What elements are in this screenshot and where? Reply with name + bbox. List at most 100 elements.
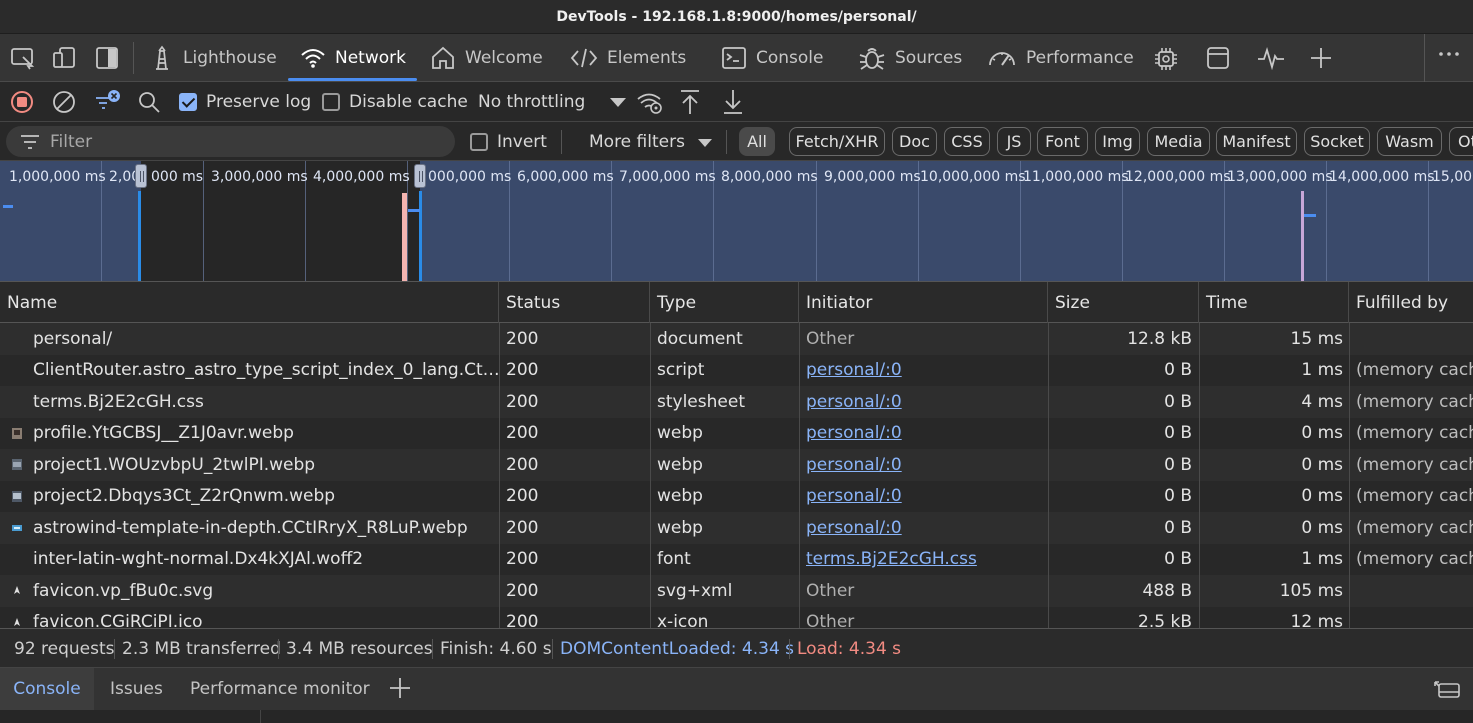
initiator-link[interactable]: personal/:0	[806, 360, 902, 380]
drawer-tab-performance-monitor[interactable]: Performance monitor	[190, 668, 370, 710]
request-name: astrowind-template-in-depth.CCtIRryX_R8L…	[33, 517, 468, 538]
add-drawer-tab-plus-icon[interactable]	[389, 677, 411, 699]
filter-clear-icon[interactable]	[94, 89, 122, 115]
table-row[interactable]: profile.YtGCBSJ__Z1J0avr.webp 200 webp p…	[0, 417, 1473, 449]
dock-side-icon[interactable]	[95, 46, 119, 70]
tab-network[interactable]: Network	[300, 34, 406, 82]
overview-tick-label: 3,000,000 ms	[211, 169, 308, 185]
chevron-down-icon	[609, 96, 627, 108]
type-filter-css[interactable]: CSS	[944, 127, 990, 156]
drawer-tab-issues[interactable]: Issues	[110, 668, 163, 710]
table-row[interactable]: ClientRouter.astro_astro_type_script_ind…	[0, 354, 1473, 386]
terminal-icon	[721, 46, 747, 70]
tab-elements[interactable]: Elements	[570, 34, 686, 82]
record-stop-icon[interactable]	[10, 90, 34, 114]
search-icon[interactable]	[137, 90, 161, 114]
type-filter-manifest[interactable]: Manifest	[1216, 127, 1297, 156]
type-filter-other[interactable]: Ot	[1449, 127, 1473, 156]
type-filter-fetch-xhr[interactable]: Fetch/XHR	[789, 127, 885, 156]
column-header-fulfilled-by[interactable]: Fulfilled by	[1349, 282, 1473, 323]
request-type: webp	[657, 517, 703, 538]
pulse-icon[interactable]	[1256, 46, 1286, 70]
tab-lighthouse[interactable]: Lighthouse	[150, 34, 277, 82]
tab-label: Sources	[895, 48, 963, 68]
request-name: ClientRouter.astro_astro_type_script_ind…	[33, 360, 499, 381]
request-time: 0 ms	[1301, 486, 1343, 507]
throttling-select[interactable]: No throttling	[478, 82, 627, 122]
request-type: x-icon	[657, 612, 709, 628]
initiator-link[interactable]: personal/:0	[806, 392, 902, 412]
request-type: document	[657, 328, 743, 349]
request-time: 105 ms	[1279, 580, 1343, 601]
network-conditions-icon[interactable]	[636, 90, 664, 114]
drawer-content	[0, 710, 1473, 723]
throttling-value: No throttling	[478, 92, 586, 112]
overview-right-handle[interactable]	[414, 164, 426, 188]
type-filter-js[interactable]: JS	[997, 127, 1031, 156]
summary-resources: 3.4 MB resources	[286, 639, 433, 659]
table-row[interactable]: project2.Dbqys3Ct_Z2rQnwm.webp 200 webp …	[0, 480, 1473, 512]
type-filter-socket[interactable]: Socket	[1304, 127, 1370, 156]
filter-bar: Filter Invert More filters All Fetch/XHR…	[0, 122, 1473, 161]
type-filter-all[interactable]: All	[739, 127, 775, 156]
request-time: 0 ms	[1301, 517, 1343, 538]
initiator-link[interactable]: personal/:0	[806, 518, 902, 538]
column-header-name[interactable]: Name	[0, 282, 499, 323]
initiator-link[interactable]: personal/:0	[806, 423, 902, 443]
type-filter-doc[interactable]: Doc	[892, 127, 937, 156]
request-table-body: personal/ 200 document Other 12.8 kB 15 …	[0, 323, 1473, 628]
inspect-element-icon[interactable]	[10, 46, 36, 70]
request-size: 0 B	[1164, 486, 1192, 507]
chip-icon[interactable]	[1153, 46, 1179, 72]
bug-icon	[858, 45, 886, 71]
tab-console[interactable]: Console	[721, 34, 824, 82]
download-icon[interactable]	[721, 88, 745, 116]
application-panel-icon[interactable]	[1206, 46, 1230, 70]
table-row[interactable]: favicon.CGiRCiPI.ico 200 x-icon Other 2.…	[0, 606, 1473, 628]
preserve-log-checkbox[interactable]: Preserve log	[179, 82, 311, 122]
invert-checkbox[interactable]: Invert	[470, 122, 547, 161]
table-row[interactable]: project1.WOUzvbpU_2twlPI.webp 200 webp p…	[0, 449, 1473, 481]
request-fulfilled-by	[1349, 323, 1473, 355]
type-filter-img[interactable]: Img	[1095, 127, 1140, 156]
column-header-time[interactable]: Time	[1199, 282, 1349, 323]
overview-tick-label: 10,000,000 ms	[920, 169, 1026, 185]
type-filter-media[interactable]: Media	[1147, 127, 1210, 156]
dock-drawer-icon[interactable]	[1433, 678, 1461, 700]
table-row[interactable]: astrowind-template-in-depth.CCtIRryX_R8L…	[0, 512, 1473, 544]
type-filter-font[interactable]: Font	[1037, 127, 1088, 156]
device-toolbar-icon[interactable]	[52, 46, 78, 70]
summary-finish: Finish: 4.60 s	[440, 639, 552, 659]
kebab-menu-icon[interactable]	[1438, 48, 1460, 68]
table-row[interactable]: personal/ 200 document Other 12.8 kB 15 …	[0, 323, 1473, 355]
tab-label: Performance	[1026, 48, 1134, 68]
initiator-link[interactable]: personal/:0	[806, 486, 902, 506]
upload-icon[interactable]	[678, 88, 702, 116]
table-row[interactable]: inter-latin-wght-normal.Dx4kXJAl.woff2 2…	[0, 543, 1473, 575]
tab-sources[interactable]: Sources	[858, 34, 962, 82]
table-row[interactable]: favicon.vp_fBu0c.svg 200 svg+xml Other 4…	[0, 575, 1473, 607]
more-filters-dropdown[interactable]: More filters	[589, 122, 713, 161]
column-header-type[interactable]: Type	[650, 282, 799, 323]
disable-cache-checkbox[interactable]: Disable cache	[322, 82, 468, 122]
column-header-initiator[interactable]: Initiator	[799, 282, 1048, 323]
tab-welcome[interactable]: Welcome	[430, 34, 543, 82]
network-overview[interactable]: 1,000,000 ms 2,00 000 ms 3,000,000 ms 4,…	[0, 161, 1473, 282]
clear-icon[interactable]	[52, 90, 76, 114]
request-size: 0 B	[1164, 549, 1192, 570]
column-header-status[interactable]: Status	[499, 282, 650, 323]
drawer-tab-console[interactable]: Console	[0, 668, 94, 710]
code-icon	[570, 47, 598, 69]
filter-input[interactable]: Filter	[6, 126, 455, 157]
overview-left-handle[interactable]	[135, 164, 147, 188]
column-header-size[interactable]: Size	[1048, 282, 1199, 323]
initiator-link[interactable]: personal/:0	[806, 455, 902, 475]
disable-cache-label: Disable cache	[349, 92, 468, 112]
table-row[interactable]: terms.Bj2E2cGH.css 200 stylesheet person…	[0, 386, 1473, 418]
checkbox-unchecked-icon	[470, 132, 488, 151]
request-size: 0 B	[1164, 360, 1192, 381]
type-filter-wasm[interactable]: Wasm	[1377, 127, 1442, 156]
tab-performance[interactable]: Performance	[987, 34, 1134, 82]
more-tabs-plus-icon[interactable]	[1309, 46, 1333, 70]
initiator-link[interactable]: terms.Bj2E2cGH.css	[806, 549, 977, 569]
